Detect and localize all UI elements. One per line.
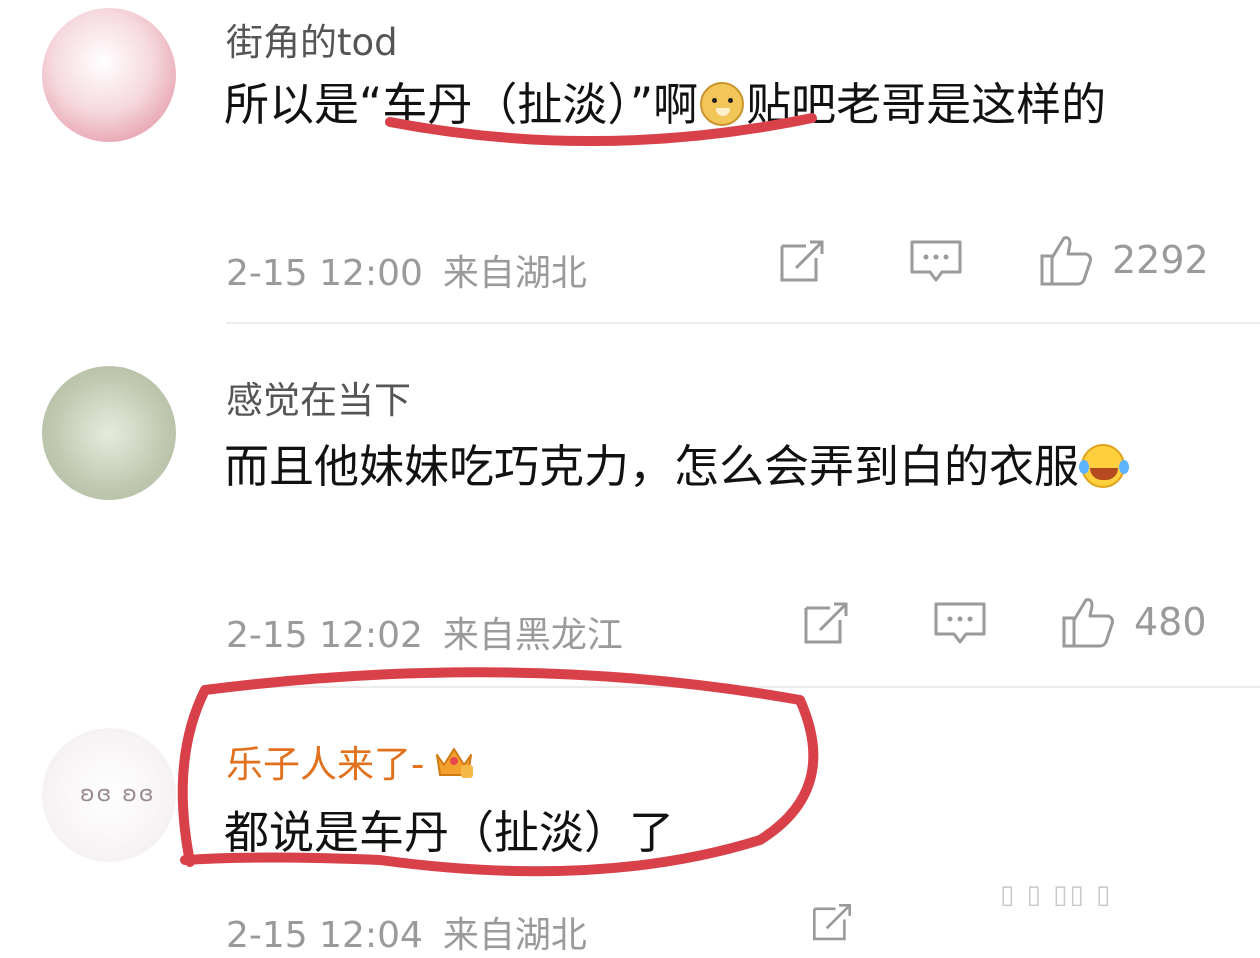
share-icon bbox=[780, 240, 824, 282]
like-count: 480 bbox=[1134, 600, 1207, 644]
like-button[interactable]: 480 bbox=[1060, 594, 1207, 650]
comment-meta: 2-15 12:00 来自湖北 bbox=[226, 244, 587, 296]
reply-button[interactable] bbox=[908, 236, 964, 288]
comment-location: 来自黑龙江 bbox=[442, 615, 623, 656]
divider bbox=[226, 686, 1260, 688]
share-icon bbox=[812, 903, 852, 941]
like-button[interactable]: 2292 bbox=[1038, 232, 1209, 288]
comment-text-part: 贴吧老哥是这样的 bbox=[746, 78, 1107, 131]
comment-time: 2-15 12:02 bbox=[226, 615, 423, 656]
comment-username[interactable]: 乐子人来了- bbox=[226, 734, 474, 788]
comment-username[interactable]: 街角的tod bbox=[226, 12, 398, 66]
comment-text: 而且他妹妹吃巧克力，怎么会弄到白的衣服 bbox=[224, 430, 1184, 503]
avatar-image: ʚɞ ʚɞ bbox=[80, 782, 156, 807]
doge-emoji-icon bbox=[700, 82, 745, 126]
thumbs-up-icon bbox=[1062, 598, 1114, 648]
comment-text-part: 所以是“车丹（扯淡）”啊 bbox=[224, 78, 699, 131]
laugh-cry-emoji-icon bbox=[1079, 444, 1126, 488]
watermark: ▯ ▯ ▯▯ ▯ bbox=[1000, 880, 1113, 910]
comment-meta: 2-15 12:02 来自黑龙江 bbox=[226, 606, 623, 658]
comment-icon bbox=[934, 602, 986, 644]
comment-text-part: 而且他妹妹吃巧克力，怎么会弄到白的衣服 bbox=[224, 440, 1080, 493]
comment-time: 2-15 12:04 bbox=[226, 915, 423, 956]
share-button[interactable] bbox=[808, 900, 856, 946]
crown-icon bbox=[436, 748, 474, 778]
share-icon bbox=[804, 602, 848, 644]
comment-username[interactable]: 感觉在当下 bbox=[226, 370, 411, 424]
avatar[interactable] bbox=[42, 8, 176, 142]
divider bbox=[226, 322, 1260, 324]
comment-icon bbox=[910, 240, 962, 282]
comment-location: 来自湖北 bbox=[442, 915, 587, 956]
avatar[interactable]: ʚɞ ʚɞ bbox=[42, 728, 176, 862]
share-button[interactable] bbox=[776, 236, 828, 288]
share-button[interactable] bbox=[800, 598, 852, 650]
comment-text: 都说是车丹（扯淡）了 bbox=[224, 806, 675, 859]
like-count: 2292 bbox=[1112, 238, 1209, 282]
comment-text: 所以是“车丹（扯淡）”啊 贴吧老哥是这样的 bbox=[224, 68, 1224, 141]
thumbs-up-icon bbox=[1040, 236, 1092, 286]
avatar[interactable] bbox=[42, 366, 176, 500]
username-text: 乐子人来了- bbox=[226, 743, 425, 786]
comment-location: 来自湖北 bbox=[442, 253, 587, 294]
comment-time: 2-15 12:00 bbox=[226, 253, 423, 294]
comment-meta: 2-15 12:04 来自湖北 bbox=[226, 906, 587, 958]
reply-button[interactable] bbox=[932, 598, 988, 650]
